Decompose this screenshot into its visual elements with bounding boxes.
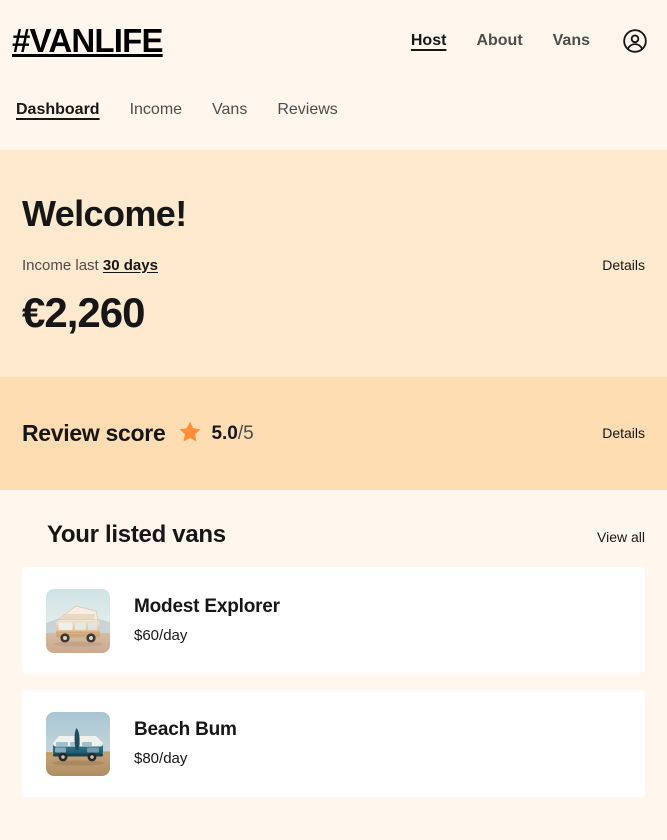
review-score-value: 5.0 bbox=[211, 423, 238, 444]
listed-vans-panel: Your listed vans View all Modest Explore… bbox=[0, 490, 667, 837]
review-details-link[interactable]: Details bbox=[602, 425, 645, 442]
review-heading: Review score bbox=[22, 420, 166, 446]
view-all-vans-link[interactable]: View all bbox=[597, 529, 645, 545]
income-caption-row: Income last 30 days Details bbox=[22, 257, 645, 275]
listed-vans-header: Your listed vans View all bbox=[22, 523, 645, 547]
host-subnav: Dashboard Income Vans Reviews bbox=[0, 81, 667, 150]
van-info: Modest Explorer $60/day bbox=[134, 596, 280, 645]
site-header: #VANLIFE Host About Vans bbox=[0, 0, 667, 81]
nav-link-about[interactable]: About bbox=[476, 32, 522, 49]
nav-link-host[interactable]: Host bbox=[411, 32, 447, 49]
van-thumbnail-modest-explorer bbox=[46, 588, 110, 653]
van-thumbnail-beach-bum bbox=[46, 711, 110, 776]
host-nav-income[interactable]: Income bbox=[130, 101, 182, 118]
main-navigation: Host About Vans bbox=[411, 28, 648, 54]
income-amount: €2,260 bbox=[22, 288, 145, 336]
host-nav-dashboard[interactable]: Dashboard bbox=[16, 101, 100, 118]
van-price: $80/day bbox=[134, 749, 188, 767]
review-left-group: Review score 5.0/5 bbox=[22, 421, 254, 446]
van-card[interactable]: Beach Bum $80/day bbox=[22, 690, 645, 797]
host-nav-reviews[interactable]: Reviews bbox=[277, 101, 337, 118]
brand-logo[interactable]: #VANLIFE bbox=[12, 24, 163, 57]
star-icon bbox=[179, 421, 201, 446]
income-details-link[interactable]: Details bbox=[602, 257, 645, 274]
van-price: $60/day bbox=[134, 626, 188, 644]
review-panel: Review score 5.0/5 Details bbox=[0, 377, 667, 490]
account-circle-icon[interactable] bbox=[622, 28, 648, 54]
income-panel: Welcome! Income last 30 days Details €2,… bbox=[0, 150, 667, 377]
income-period-link[interactable]: 30 days bbox=[103, 257, 158, 274]
income-caption: Income last 30 days bbox=[22, 257, 158, 275]
van-name: Modest Explorer bbox=[134, 596, 280, 618]
van-info: Beach Bum $80/day bbox=[134, 719, 237, 768]
host-nav-vans[interactable]: Vans bbox=[212, 101, 247, 118]
van-card[interactable]: Modest Explorer $60/day bbox=[22, 567, 645, 674]
review-score: 5.0/5 bbox=[211, 424, 253, 443]
income-caption-prefix: Income last bbox=[22, 256, 103, 274]
nav-link-vans[interactable]: Vans bbox=[553, 32, 590, 49]
review-score-denominator: /5 bbox=[237, 423, 254, 444]
listed-vans-title: Your listed vans bbox=[47, 521, 226, 548]
van-name: Beach Bum bbox=[134, 719, 237, 741]
welcome-heading: Welcome! bbox=[22, 193, 187, 234]
